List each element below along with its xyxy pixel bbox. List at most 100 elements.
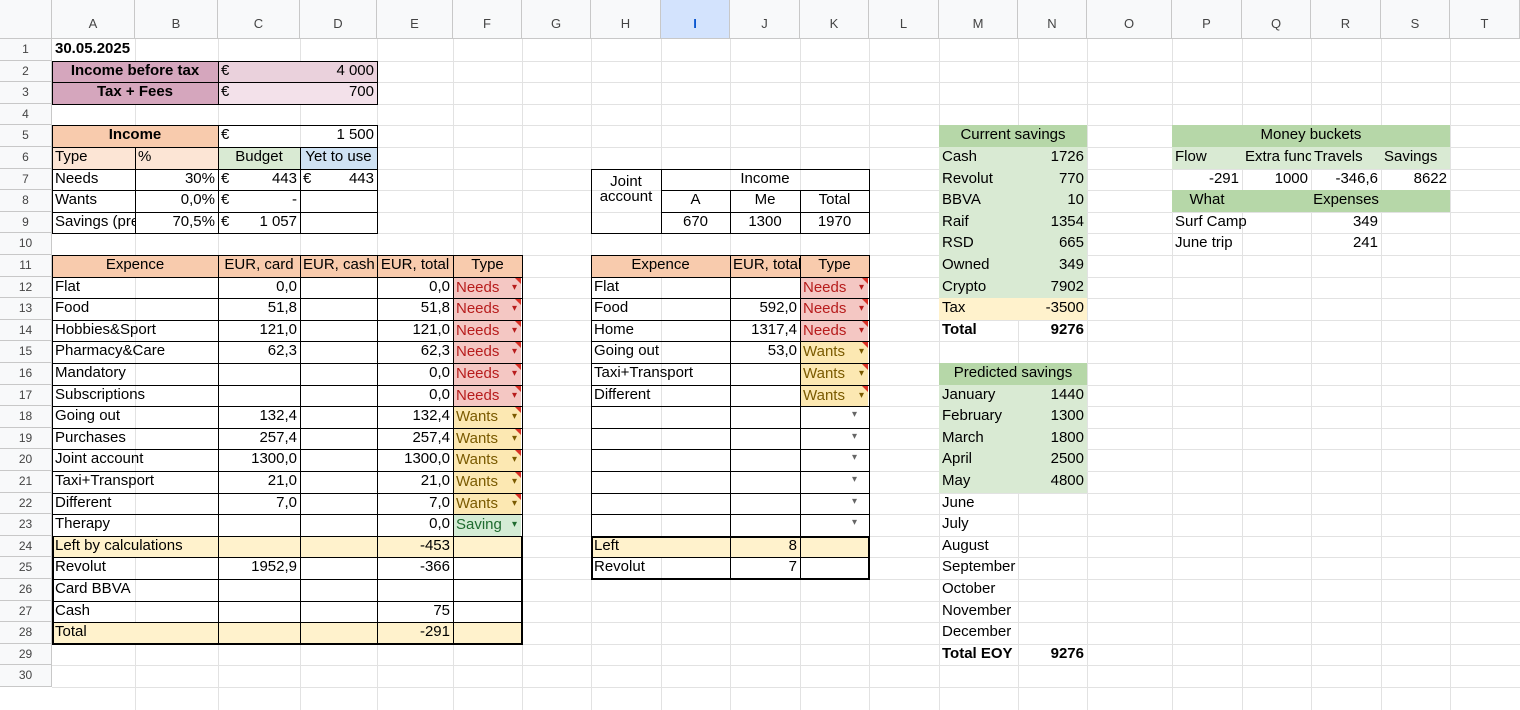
month-name-cell[interactable]: August	[939, 536, 1018, 558]
column-header-p[interactable]: P	[1172, 0, 1242, 39]
row-header-25[interactable]: 25	[0, 557, 52, 579]
row-header-22[interactable]: 22	[0, 492, 52, 515]
row-header-21[interactable]: 21	[0, 471, 52, 493]
month-value-cell[interactable]	[1018, 514, 1087, 536]
saving-name-cell[interactable]: Revolut	[939, 169, 1018, 191]
row-header-11[interactable]: 11	[0, 255, 52, 277]
month-name-cell[interactable]: July	[939, 514, 1018, 536]
month-value-cell[interactable]: 2500	[1018, 449, 1087, 471]
expenses-header[interactable]: Expenses	[1242, 190, 1450, 212]
saving-value-cell[interactable]: 770	[1018, 169, 1087, 191]
row-header-23[interactable]: 23	[0, 514, 52, 536]
column-header-a[interactable]: A	[52, 0, 135, 39]
column-header-t[interactable]: T	[1450, 0, 1520, 39]
savings-total-label[interactable]: Total	[939, 320, 1018, 342]
row-header-1[interactable]: 1	[0, 39, 52, 61]
row-header-14[interactable]: 14	[0, 319, 52, 342]
saving-value-cell[interactable]: 10	[1018, 190, 1087, 212]
column-header-b[interactable]: B	[135, 0, 218, 39]
month-value-cell[interactable]: 1800	[1018, 428, 1087, 450]
month-name-cell[interactable]: February	[939, 406, 1018, 428]
row-header-6[interactable]: 6	[0, 147, 52, 169]
row-header-29[interactable]: 29	[0, 643, 52, 666]
row-header-13[interactable]: 13	[0, 298, 52, 320]
column-header-o[interactable]: O	[1087, 0, 1172, 39]
column-header-g[interactable]: G	[522, 0, 591, 39]
bucket-header[interactable]: Travels	[1311, 147, 1381, 169]
saving-name-cell[interactable]: Crypto	[939, 277, 1018, 299]
column-header-m[interactable]: M	[939, 0, 1018, 39]
month-value-cell[interactable]: 1440	[1018, 385, 1087, 407]
bucket-header[interactable]: Extra func	[1242, 147, 1311, 169]
column-header-l[interactable]: L	[869, 0, 939, 39]
column-header-c[interactable]: C	[218, 0, 300, 39]
bucket-value[interactable]: 1000	[1242, 169, 1311, 191]
bucket-item-name[interactable]: June trip	[1172, 233, 1311, 255]
month-name-cell[interactable]: April	[939, 449, 1018, 471]
total-eoy-label[interactable]: Total EOY	[939, 644, 1018, 666]
row-header-15[interactable]: 15	[0, 341, 52, 363]
column-header-d[interactable]: D	[300, 0, 377, 39]
row-header-19[interactable]: 19	[0, 427, 52, 450]
saving-name-cell[interactable]: Cash	[939, 147, 1018, 169]
row-header-7[interactable]: 7	[0, 168, 52, 191]
bucket-value[interactable]: -346,6	[1311, 169, 1381, 191]
row-header-20[interactable]: 20	[0, 449, 52, 471]
column-header-h[interactable]: H	[591, 0, 661, 39]
saving-name-cell[interactable]: Owned	[939, 255, 1018, 277]
month-value-cell[interactable]	[1018, 557, 1087, 579]
column-header-q[interactable]: Q	[1242, 0, 1311, 39]
current-savings-title[interactable]: Current savings	[939, 125, 1087, 147]
month-name-cell[interactable]: June	[939, 493, 1018, 515]
saving-name-cell[interactable]: Tax	[939, 298, 1018, 320]
month-value-cell[interactable]	[1018, 622, 1087, 644]
row-header-9[interactable]: 9	[0, 211, 52, 234]
bucket-item-name[interactable]: Surf Camp	[1172, 212, 1311, 234]
bucket-item-value[interactable]: 349	[1311, 212, 1381, 234]
saving-value-cell[interactable]: -3500	[1018, 298, 1087, 320]
money-buckets-title[interactable]: Money buckets	[1172, 125, 1450, 147]
row-header-17[interactable]: 17	[0, 384, 52, 407]
bucket-item-value[interactable]: 241	[1311, 233, 1381, 255]
row-header-3[interactable]: 3	[0, 82, 52, 104]
row-header-28[interactable]: 28	[0, 622, 52, 644]
month-name-cell[interactable]: January	[939, 385, 1018, 407]
row-header-26[interactable]: 26	[0, 579, 52, 601]
total-eoy-value[interactable]: 9276	[1018, 644, 1087, 666]
month-name-cell[interactable]: March	[939, 428, 1018, 450]
spreadsheet-grid[interactable]: A B C D E F G H I J K L M N O P Q R S T 1 2 3 4 5 6 7 8 9 10 11 12 13 14 1…	[0, 0, 1520, 710]
month-name-cell[interactable]: October	[939, 579, 1018, 601]
bucket-header[interactable]: Flow	[1172, 147, 1242, 169]
row-header-4[interactable]: 4	[0, 103, 52, 126]
month-name-cell[interactable]: December	[939, 622, 1018, 644]
saving-value-cell[interactable]: 1354	[1018, 212, 1087, 234]
column-header-r[interactable]: R	[1311, 0, 1381, 39]
row-header-27[interactable]: 27	[0, 600, 52, 623]
month-name-cell[interactable]: May	[939, 471, 1018, 493]
saving-value-cell[interactable]: 7902	[1018, 277, 1087, 299]
row-header-5[interactable]: 5	[0, 125, 52, 147]
what-header[interactable]: What	[1172, 190, 1242, 212]
row-header-30[interactable]: 30	[0, 665, 52, 687]
row-header-16[interactable]: 16	[0, 363, 52, 385]
column-header-s[interactable]: S	[1381, 0, 1450, 39]
bucket-value[interactable]: 8622	[1381, 169, 1450, 191]
month-name-cell[interactable]: September	[939, 557, 1018, 579]
saving-name-cell[interactable]: BBVA	[939, 190, 1018, 212]
saving-value-cell[interactable]: 665	[1018, 233, 1087, 255]
row-header-18[interactable]: 18	[0, 406, 52, 428]
month-value-cell[interactable]: 4800	[1018, 471, 1087, 493]
saving-name-cell[interactable]: RSD	[939, 233, 1018, 255]
row-header-10[interactable]: 10	[0, 233, 52, 255]
column-header-n[interactable]: N	[1018, 0, 1087, 39]
bucket-header[interactable]: Savings	[1381, 147, 1450, 169]
row-header-24[interactable]: 24	[0, 535, 52, 558]
column-header-i[interactable]: I	[661, 0, 730, 39]
row-header-2[interactable]: 2	[0, 60, 52, 83]
month-value-cell[interactable]	[1018, 536, 1087, 558]
month-value-cell[interactable]	[1018, 601, 1087, 623]
select-all-corner[interactable]	[0, 0, 52, 39]
saving-value-cell[interactable]: 1726	[1018, 147, 1087, 169]
column-header-f[interactable]: F	[453, 0, 522, 39]
predicted-savings-title[interactable]: Predicted savings	[939, 363, 1087, 385]
